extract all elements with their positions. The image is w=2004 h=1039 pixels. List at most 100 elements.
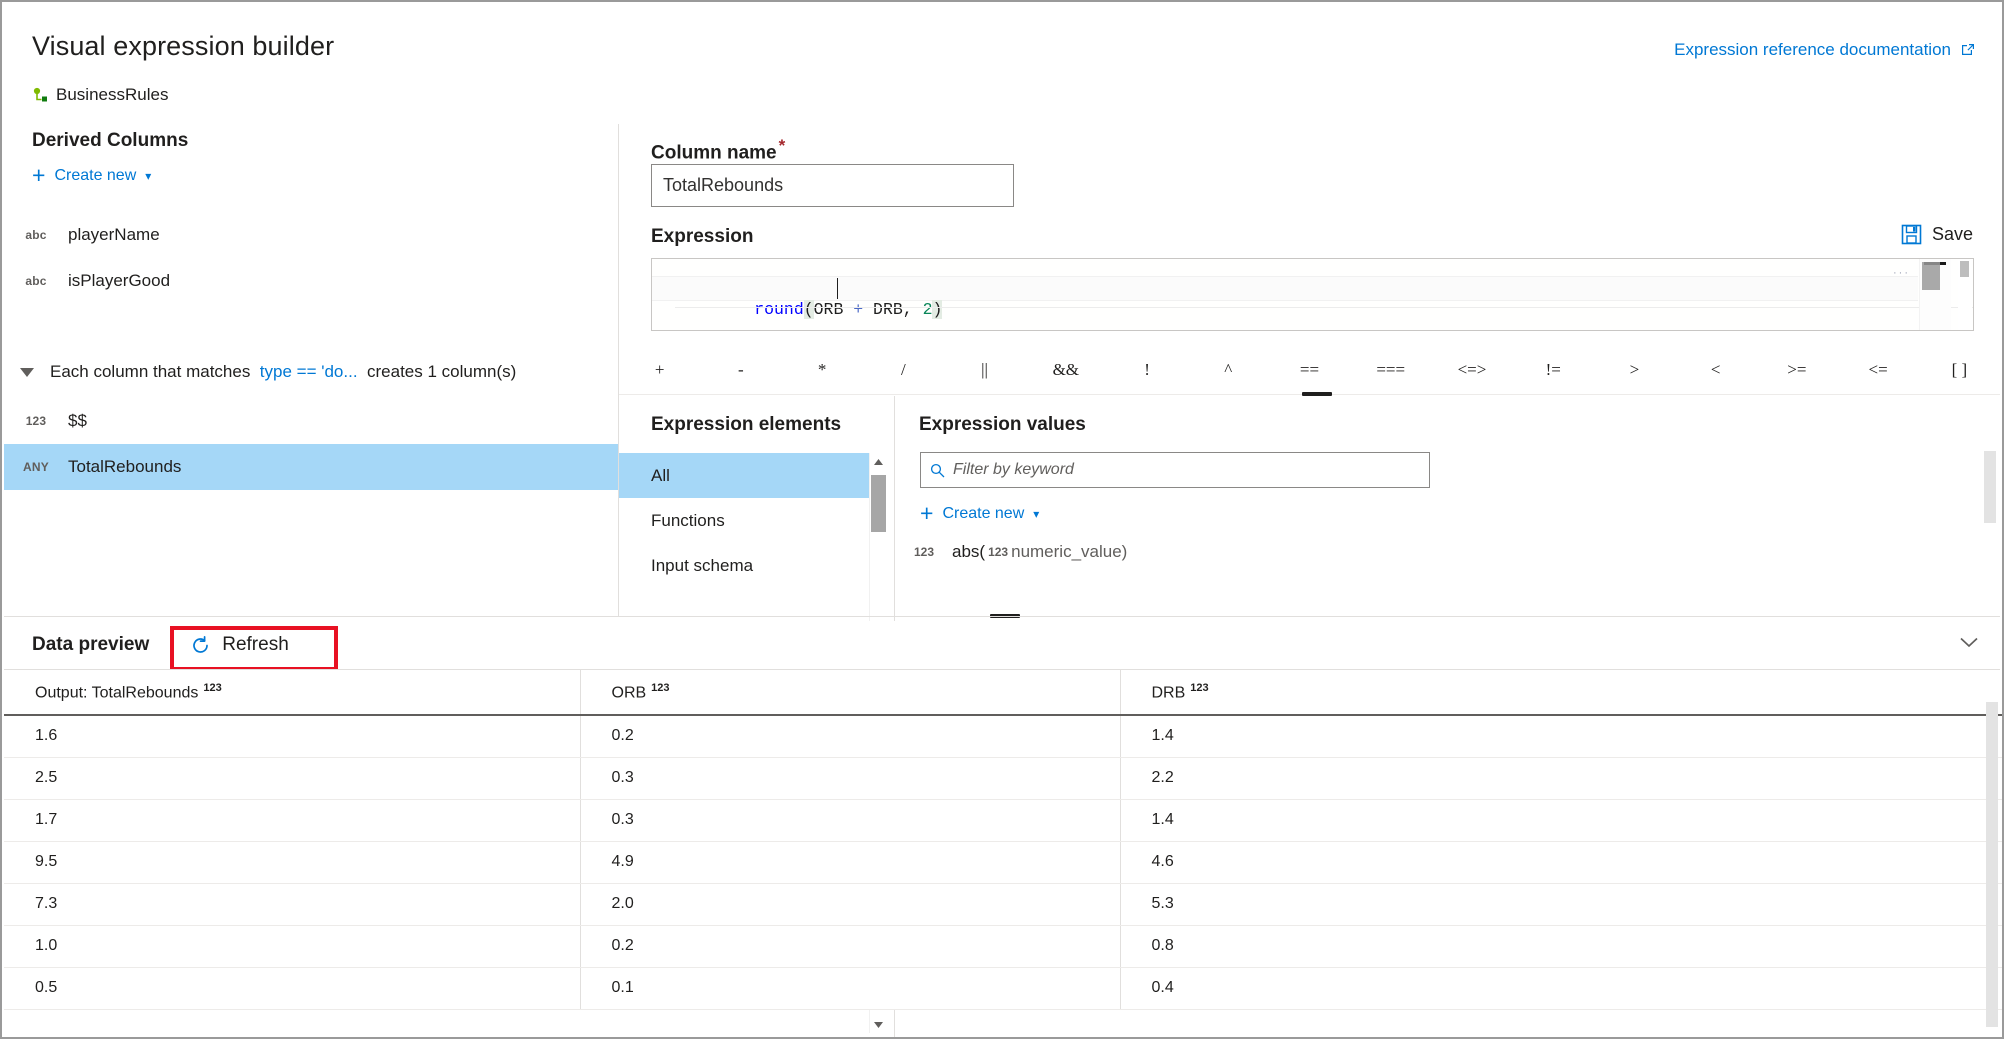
column-name-input[interactable] bbox=[651, 164, 1014, 207]
column-header-label: Output: TotalRebounds bbox=[35, 684, 198, 701]
table-row[interactable]: 0.50.10.4 bbox=[4, 967, 2002, 1009]
operator-button[interactable]: != bbox=[1513, 346, 1594, 394]
derived-columns-panel: Derived Columns + Create new ▾ abc playe… bbox=[4, 124, 618, 617]
values-scroll-thumb[interactable] bbox=[1984, 451, 1996, 523]
derived-columns-title: Derived Columns bbox=[32, 130, 188, 152]
derived-column-row-totalrebounds[interactable]: ANY TotalRebounds bbox=[4, 444, 618, 490]
value-function-name: abs( bbox=[952, 542, 985, 562]
collapse-caret-icon[interactable] bbox=[4, 368, 50, 377]
operator-button[interactable]: ! bbox=[1106, 346, 1187, 394]
table-cell: 1.0 bbox=[4, 925, 580, 967]
create-new-label: Create new bbox=[942, 505, 1024, 523]
operator-button[interactable]: == bbox=[1269, 346, 1350, 394]
value-arg-type-badge: 123 bbox=[988, 545, 1008, 559]
operator-button[interactable]: - bbox=[700, 346, 781, 394]
chevron-down-icon: ▾ bbox=[1033, 507, 1039, 521]
code-token-close-paren: ) bbox=[932, 300, 942, 319]
filter-keyword-input[interactable] bbox=[953, 461, 1420, 479]
plus-icon: + bbox=[32, 164, 45, 187]
operator-button[interactable]: / bbox=[863, 346, 944, 394]
save-label: Save bbox=[1932, 224, 1973, 245]
text-cursor bbox=[837, 278, 838, 299]
page-title: Visual expression builder bbox=[32, 31, 334, 62]
expression-element-all[interactable]: All bbox=[619, 453, 870, 498]
expression-element-input-schema[interactable]: Input schema bbox=[619, 543, 870, 588]
column-type-badge: 123 bbox=[1190, 682, 1208, 694]
value-return-type-badge: 123 bbox=[896, 545, 952, 559]
operator-button[interactable]: >= bbox=[1756, 346, 1837, 394]
operator-button[interactable]: [ ] bbox=[1919, 346, 2000, 394]
table-cell: 0.2 bbox=[580, 715, 1120, 757]
values-vertical-scrollbar[interactable] bbox=[1984, 451, 1996, 523]
table-vertical-scrollbar[interactable] bbox=[1986, 702, 1998, 1032]
operator-button[interactable]: ^ bbox=[1188, 346, 1269, 394]
table-header-row: Output: TotalRebounds 123 ORB123 DRB 123 bbox=[4, 670, 2002, 715]
table-cell: 2.2 bbox=[1120, 757, 2002, 799]
table-row[interactable]: 9.54.94.6 bbox=[4, 841, 2002, 883]
create-new-column-button[interactable]: + Create new ▾ bbox=[32, 164, 151, 187]
pattern-condition-link[interactable]: type == 'do... bbox=[260, 362, 358, 382]
elements-scroll-thumb[interactable] bbox=[871, 475, 886, 532]
breadcrumb[interactable]: BusinessRules bbox=[32, 85, 168, 105]
operator-button[interactable]: < bbox=[1675, 346, 1756, 394]
column-header-label: DRB bbox=[1152, 684, 1186, 701]
column-type-badge: abc bbox=[4, 274, 68, 288]
table-scroll-thumb[interactable] bbox=[1986, 702, 1998, 1027]
column-name-text: Column name bbox=[651, 142, 777, 163]
table-cell: 1.4 bbox=[1120, 715, 2002, 757]
data-preview-title: Data preview bbox=[32, 634, 149, 656]
operator-button[interactable]: > bbox=[1594, 346, 1675, 394]
column-pattern-rule-row[interactable]: Each column that matches type == 'do... … bbox=[4, 352, 618, 392]
operator-button[interactable]: === bbox=[1350, 346, 1431, 394]
scroll-down-arrow-icon[interactable] bbox=[870, 1016, 887, 1033]
scroll-up-arrow-icon[interactable] bbox=[870, 453, 887, 470]
table-cell: 7.3 bbox=[4, 883, 580, 925]
expression-value-abs[interactable]: 123 abs( 123 numeric_value ) bbox=[896, 532, 2000, 572]
column-name-label: TotalRebounds bbox=[68, 457, 181, 477]
table-row[interactable]: 1.00.20.8 bbox=[4, 925, 2002, 967]
refresh-icon bbox=[190, 635, 211, 656]
table-column-header-drb[interactable]: DRB 123 bbox=[1120, 670, 2002, 715]
editor-line-rule bbox=[675, 307, 1974, 308]
refresh-button[interactable]: Refresh bbox=[190, 634, 289, 656]
editor-vertical-scrollbar[interactable] bbox=[1958, 259, 1972, 330]
table-row[interactable]: 1.70.31.4 bbox=[4, 799, 2002, 841]
expression-reference-documentation-link[interactable]: Expression reference documentation bbox=[1674, 40, 1976, 60]
derived-column-row-isplayergood[interactable]: abc isPlayerGood bbox=[4, 258, 618, 304]
table-cell: 4.6 bbox=[1120, 841, 2002, 883]
derived-column-transform-icon bbox=[32, 87, 49, 104]
expression-code-editor[interactable]: round(ORB + DRB, 2) ··· bbox=[651, 258, 1974, 331]
operator-button[interactable]: && bbox=[1025, 346, 1106, 394]
pattern-suffix-label: creates 1 column(s) bbox=[367, 362, 516, 382]
doc-link-label: Expression reference documentation bbox=[1674, 40, 1951, 60]
collapse-data-preview-button[interactable] bbox=[1960, 637, 1978, 648]
operator-button[interactable]: <=> bbox=[1431, 346, 1512, 394]
expression-element-functions[interactable]: Functions bbox=[619, 498, 870, 543]
table-cell: 0.1 bbox=[580, 967, 1120, 1009]
table-column-header-output[interactable]: Output: TotalRebounds 123 bbox=[4, 670, 580, 715]
filter-keyword-box[interactable] bbox=[920, 452, 1430, 488]
data-preview-top-divider bbox=[4, 616, 2000, 617]
table-cell: 5.3 bbox=[1120, 883, 2002, 925]
table-cell: 0.5 bbox=[4, 967, 580, 1009]
operator-button[interactable]: || bbox=[944, 346, 1025, 394]
table-row[interactable]: 7.32.05.3 bbox=[4, 883, 2002, 925]
operator-button[interactable]: + bbox=[619, 346, 700, 394]
create-new-label: Create new bbox=[54, 167, 136, 185]
operator-button[interactable]: * bbox=[781, 346, 862, 394]
refresh-label: Refresh bbox=[222, 634, 289, 656]
column-type-badge: 123 bbox=[203, 682, 221, 694]
derived-column-row-playername[interactable]: abc playerName bbox=[4, 212, 618, 258]
table-row[interactable]: 2.50.32.2 bbox=[4, 757, 2002, 799]
editor-minimap[interactable] bbox=[1919, 259, 1951, 330]
table-row[interactable]: 1.60.21.4 bbox=[4, 715, 2002, 757]
code-token-operand-1: ORB bbox=[814, 300, 854, 319]
table-column-header-orb[interactable]: ORB123 bbox=[580, 670, 1120, 715]
column-type-badge: 123 bbox=[651, 682, 669, 694]
minimap-viewport-thumb[interactable] bbox=[1922, 262, 1940, 290]
editor-scroll-thumb[interactable] bbox=[1960, 261, 1969, 277]
save-button[interactable]: Save bbox=[1901, 224, 1973, 245]
operator-button[interactable]: <= bbox=[1838, 346, 1919, 394]
derived-column-row-dollar-dollar[interactable]: 123 $$ bbox=[4, 398, 618, 444]
create-new-value-button[interactable]: + Create new ▾ bbox=[920, 502, 1039, 525]
